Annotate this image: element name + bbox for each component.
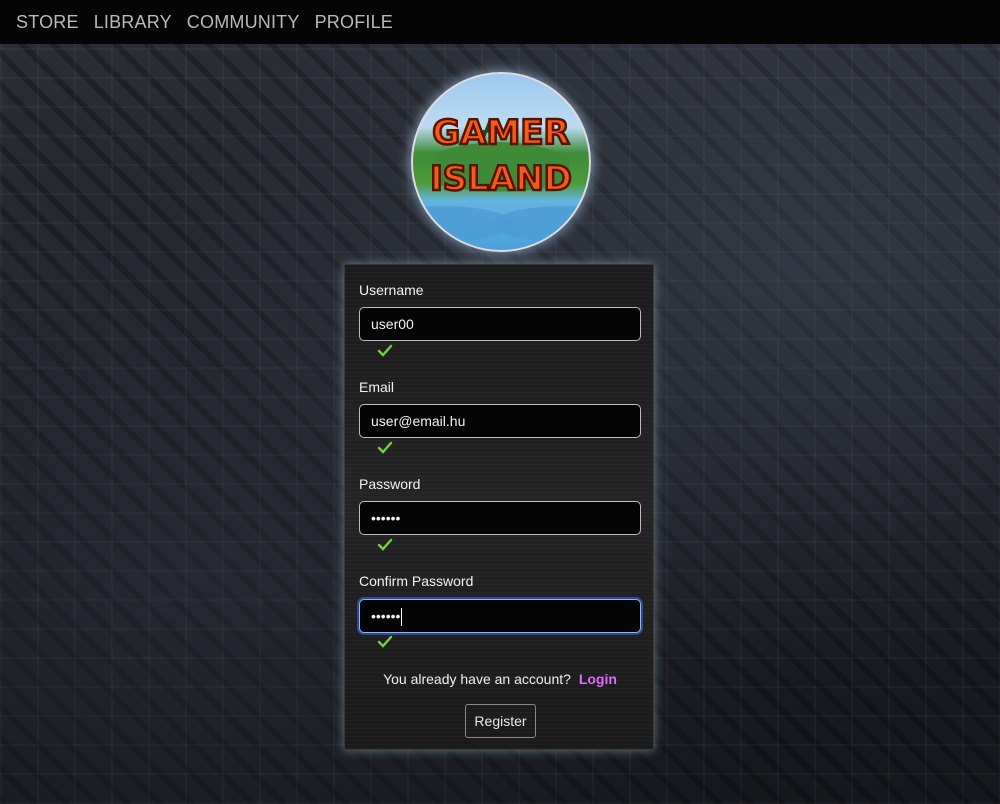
confirm-password-value: •••••• (371, 608, 401, 624)
gamer-island-logo: GAMER ISLAND (411, 72, 591, 252)
username-input[interactable]: user00 (359, 307, 641, 341)
password-label: Password (359, 476, 421, 492)
text-caret (401, 608, 403, 627)
logo-text-line1: GAMER (432, 113, 569, 153)
register-button[interactable]: Register (465, 704, 536, 738)
username-label: Username (359, 282, 424, 298)
email-input[interactable]: user@email.hu (359, 404, 641, 438)
password-input[interactable]: •••••• (359, 501, 641, 535)
nav-store[interactable]: STORE (16, 12, 79, 33)
nav-library[interactable]: LIBRARY (94, 12, 172, 33)
email-label: Email (359, 379, 395, 395)
username-valid-check-icon (377, 344, 393, 357)
login-link[interactable]: Login (579, 671, 617, 687)
confirm-password-input[interactable]: •••••• (359, 599, 641, 633)
top-navbar: STORE LIBRARY COMMUNITY PROFILE (0, 0, 1000, 44)
login-prompt-row: You already have an account? Login (345, 671, 655, 687)
email-valid-check-icon (377, 441, 393, 454)
register-form: Username user00 Email user@email.hu Pass… (344, 264, 654, 750)
login-prompt-text: You already have an account? (383, 671, 571, 687)
confirm-password-label: Confirm Password (359, 573, 474, 589)
confirm-password-valid-check-icon (377, 635, 393, 648)
password-valid-check-icon (377, 538, 393, 551)
nav-profile[interactable]: PROFILE (315, 12, 393, 33)
logo-text-line2: ISLAND (430, 159, 572, 199)
nav-community[interactable]: COMMUNITY (187, 12, 300, 33)
